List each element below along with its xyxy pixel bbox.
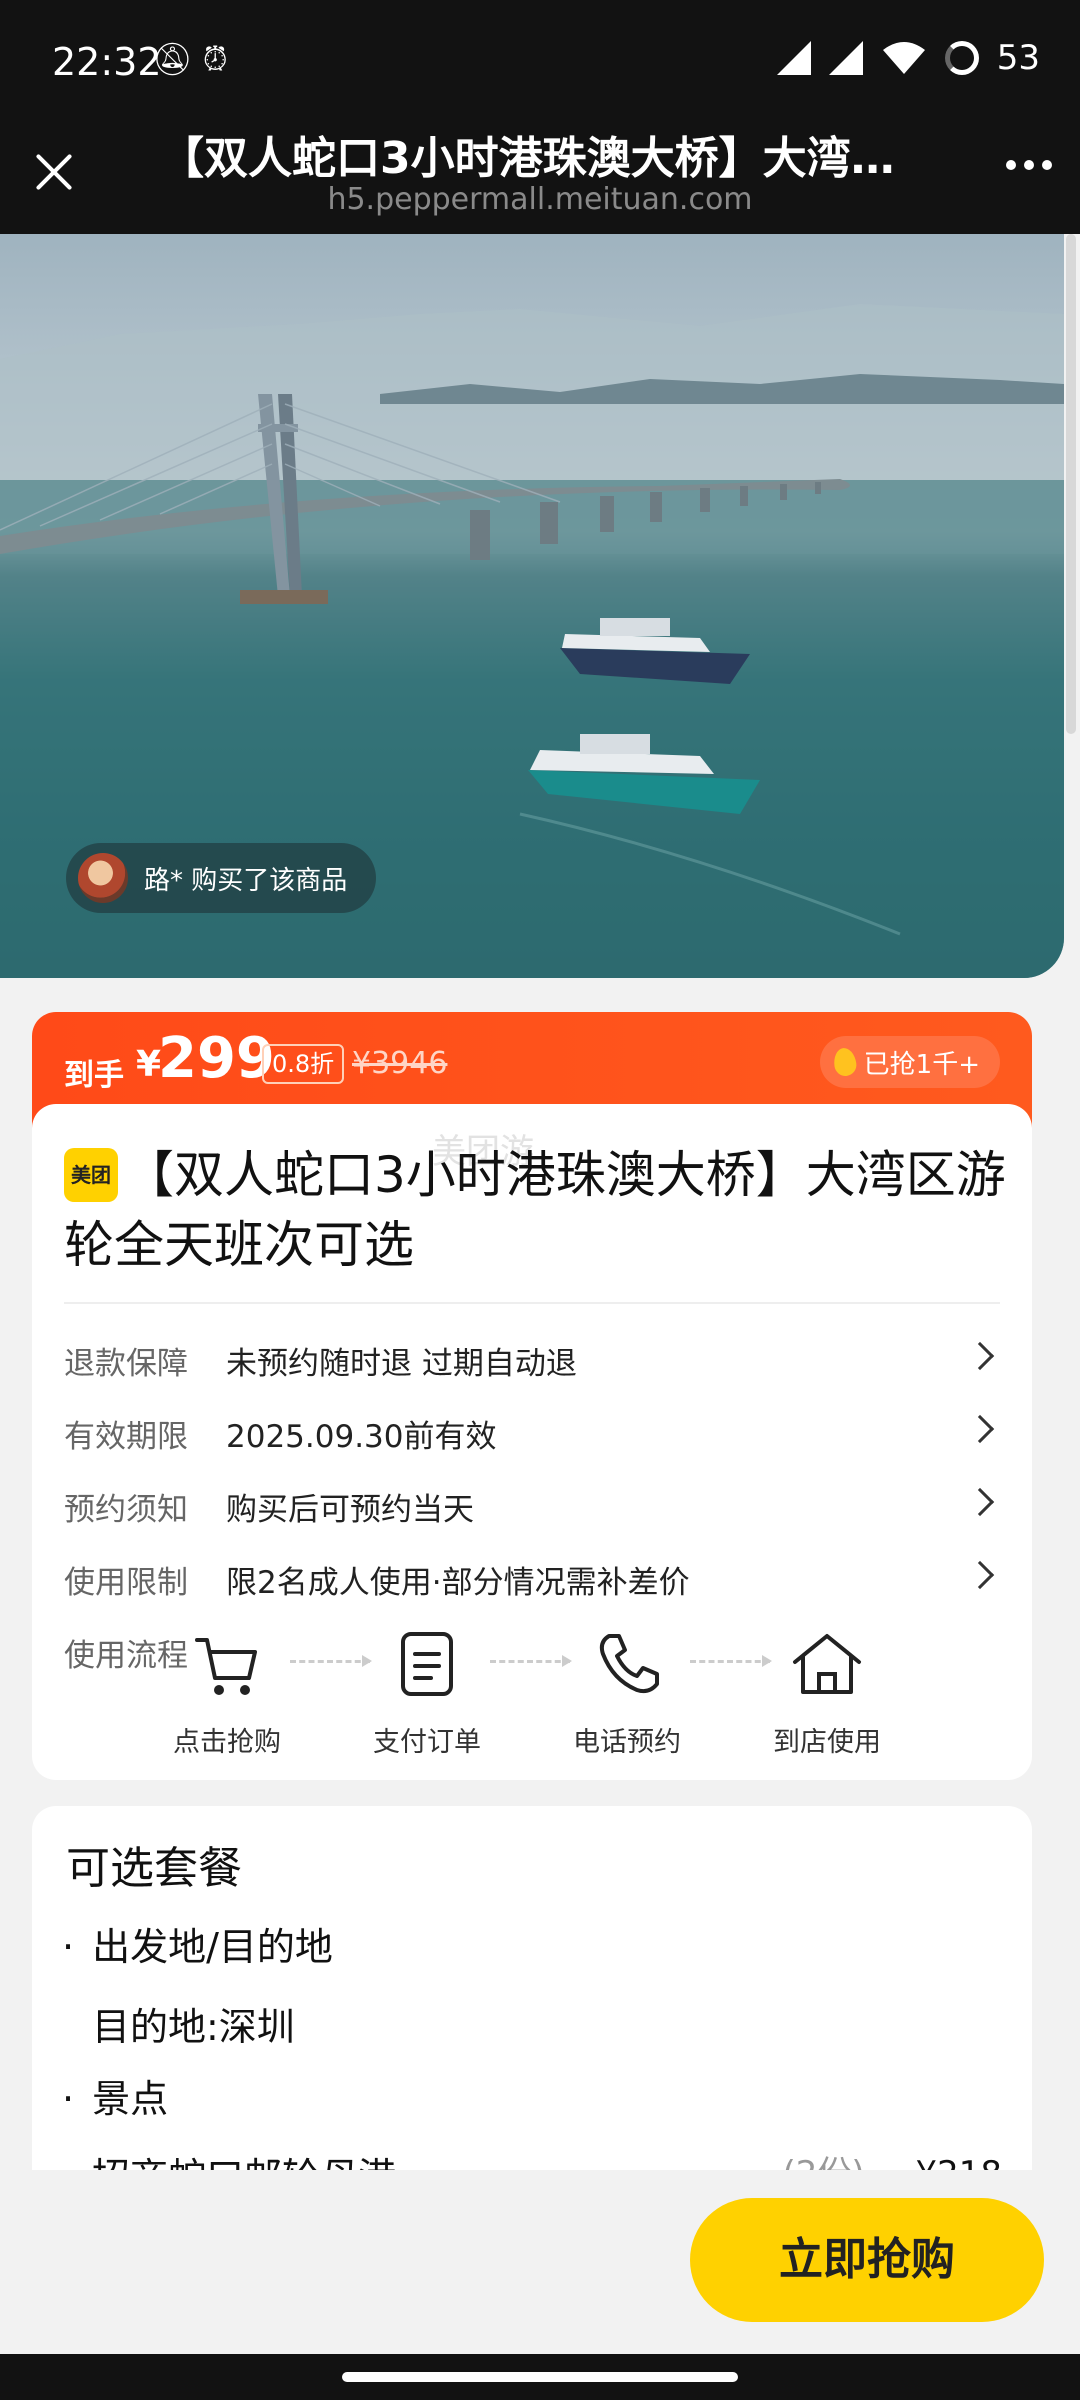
row-label: 使用限制 [64,1565,188,1601]
wifi-icon [882,42,925,74]
avatar [78,853,128,903]
package-card: 可选套餐 出发地/目的地 目的地:深圳 景点 招商蛇口邮轮母港 (2份) ¥21… [32,1806,1032,2170]
price-prefix: 到手 [64,1058,124,1093]
more-menu-icon[interactable] [1006,160,1052,170]
sold-count: 已抢1千+ [863,1049,980,1080]
product-title: 【双人蛇口3小时港珠澳大桥】大湾区游轮全天班次可选 [64,1146,1006,1274]
scenic-quantity: (2份) [782,2154,864,2170]
signal-icon [776,41,811,75]
status-indicators: 53 [776,38,1040,78]
flow-arrow [290,1655,372,1667]
row-value: 未预约随时退 过期自动退 [226,1346,577,1382]
row-label: 预约须知 [64,1492,188,1528]
divider [64,1302,1000,1304]
home-icon [793,1634,861,1694]
flow-step-label: 点击抢购 [173,1727,281,1758]
flow-step-label: 支付订单 [373,1727,481,1758]
flow-step-label: 电话预约 [573,1727,681,1758]
flow-step-call: 电话预约 [572,1624,682,1759]
page-title: 【双人蛇口3小时港珠澳大桥】大湾区游轮全天班次可选 [160,133,920,184]
scenic-price: ¥218 [915,2154,1002,2170]
booking-notice-row[interactable]: 预约须知 购买后可预约当天 [64,1474,1000,1534]
row-label: 有效期限 [64,1419,188,1455]
usage-limit-row[interactable]: 使用限制 限2名成人使用·部分情况需补差价 [64,1547,1000,1607]
flow-step-pay: 支付订单 [372,1624,482,1759]
status-bar: 22:32 🔕︎ ⏰︎ 53 [0,0,1080,120]
buyer-notice: 路* 购买了该商品 [66,843,376,913]
origin-heading: 出发地/目的地 [62,1916,333,1971]
row-value: 购买后可预约当天 [226,1492,474,1528]
flow-arrow [490,1655,572,1667]
status-time: 22:32 [52,40,162,84]
document-icon [401,1632,453,1696]
phone-icon [599,1634,659,1694]
destination-text: 目的地:深圳 [92,2005,295,2049]
flow-step-buy: 点击抢购 [172,1624,282,1759]
price-value: 299 [158,1026,275,1091]
sold-count-badge: 已抢1千+ [819,1036,1000,1088]
chevron-right-icon [965,1341,995,1371]
battery-level: 53 [996,38,1040,78]
browser-title-bar: 【双人蛇口3小时港珠澳大桥】大湾区游轮全天班次可选 h5.peppermall.… [0,120,1080,234]
bottom-action-bar: 立即抢购 [0,2170,1080,2354]
validity-row[interactable]: 有效期限 2025.09.30前有效 [64,1401,1000,1461]
system-nav-bar [0,2354,1080,2400]
discount-badge: 0.8折 [262,1044,345,1084]
scenic-quantity-price: (2份) ¥218 [782,2146,1002,2170]
chevron-right-icon [965,1560,995,1590]
chevron-right-icon [965,1414,995,1444]
product-info-card: 美团游 美团 【双人蛇口3小时港珠澳大桥】大湾区游轮全天班次可选 退款保障 未预… [32,1104,1032,1780]
mute-icon: 🔕︎ ⏰︎ [152,40,228,78]
buy-now-button[interactable]: 立即抢购 [690,2198,1044,2322]
signal-icon-2 [828,41,863,75]
scenic-item: 招商蛇口邮轮母港 [92,2146,396,2170]
row-label: 使用流程 [64,1638,188,1674]
page-scrollbar[interactable] [1066,234,1076,734]
buyer-notice-text: 路* 购买了该商品 [144,865,348,896]
page-url: h5.peppermall.meituan.com [327,182,753,217]
original-price: ¥3946 [352,1046,448,1081]
package-title: 可选套餐 [66,1843,242,1894]
chevron-right-icon [965,1487,995,1517]
flow-step-label: 到店使用 [773,1727,881,1758]
row-value: 限2名成人使用·部分情况需补差价 [226,1565,690,1601]
cart-icon [195,1638,257,1695]
usage-flow: 点击抢购 支付订单 电话预约 到店使用 [172,1624,932,1774]
flow-step-visit: 到店使用 [772,1624,882,1759]
row-label: 退款保障 [64,1346,188,1382]
scenic-heading: 景点 [62,2068,168,2123]
flame-icon [831,1046,858,1078]
refund-row[interactable]: 退款保障 未预约随时退 过期自动退 [64,1328,1000,1388]
home-indicator[interactable] [342,2372,738,2382]
flow-arrow [690,1655,772,1667]
row-value: 2025.09.30前有效 [226,1419,497,1455]
battery-icon [944,41,979,75]
